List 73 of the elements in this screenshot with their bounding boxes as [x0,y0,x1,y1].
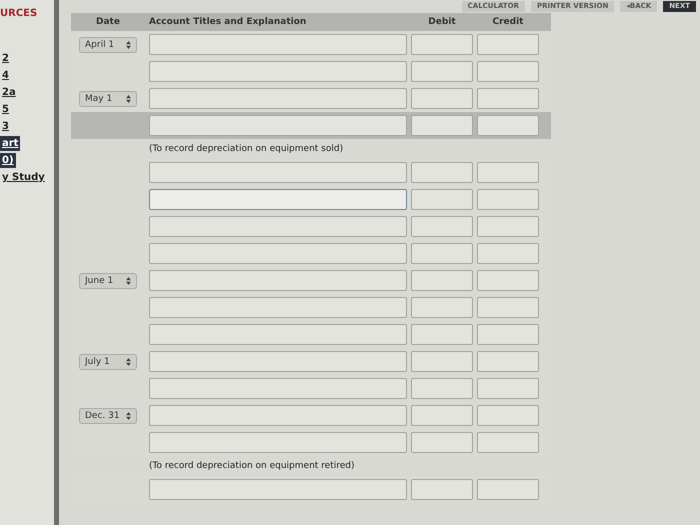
account-input-field[interactable] [149,479,407,500]
debit-input-field[interactable] [411,88,473,109]
account-input-field[interactable] [149,61,407,82]
sidebar-link[interactable]: y Study [0,170,47,185]
credit-input-field[interactable] [477,432,539,453]
account-input-field[interactable] [149,34,407,55]
debit-input-field[interactable] [411,243,473,264]
credit-input-field[interactable] [477,351,539,372]
credit-input-field[interactable] [477,479,539,500]
credit-input-field[interactable] [477,243,539,264]
debit-input-field[interactable] [411,479,473,500]
debit-input-field[interactable] [411,324,473,345]
account-input-field[interactable] [149,297,407,318]
account-input-field[interactable] [149,88,407,109]
debit-input-field[interactable] [411,115,473,136]
account-input-field[interactable] [149,351,407,372]
date-select[interactable]: July 1 [79,354,137,370]
credit-input-field[interactable] [477,88,539,109]
debit-input-field[interactable] [411,432,473,453]
credit-input-field[interactable] [477,189,539,210]
credit-input-field[interactable] [477,162,539,183]
debit-input-field[interactable] [411,216,473,237]
credit-input-field[interactable] [477,34,539,55]
sidebar-heading: URCES [0,8,38,19]
credit-input-field[interactable] [477,297,539,318]
debit-input-field[interactable] [411,297,473,318]
sidebar-link[interactable]: 0) [0,153,16,168]
updown-arrows-icon [126,40,131,48]
column-header: Debit [427,17,457,27]
account-input-field[interactable] [149,270,407,291]
debit-input-field[interactable] [411,405,473,426]
explanation-text: (To record depreciation on equipment sold) [149,144,344,154]
date-select[interactable]: May 1 [79,90,137,106]
account-input-field[interactable] [149,378,407,399]
updown-arrows-icon [126,358,131,366]
debit-input-field[interactable] [411,378,473,399]
date-select[interactable]: Dec. 31 [79,408,137,424]
sidebar-link[interactable]: art [0,136,20,151]
updown-arrows-icon [126,412,131,420]
account-input-field[interactable] [149,216,407,237]
credit-input-field[interactable] [477,378,539,399]
column-header: Date [95,17,121,27]
credit-input-field[interactable] [477,216,539,237]
sidebar-link[interactable]: 2a [0,85,18,100]
debit-input-field[interactable] [411,270,473,291]
account-input-field[interactable] [149,405,407,426]
explanation-text: (To record depreciation on equipment retired) [149,461,354,471]
column-header: Credit [492,17,524,27]
debit-input-field[interactable] [411,34,473,55]
credit-input-field[interactable] [477,324,539,345]
account-input-field[interactable] [149,162,407,183]
debit-input-field[interactable] [411,189,473,210]
column-header: Account Titles and Explanation [149,17,308,27]
account-input-field[interactable] [149,189,407,210]
debit-input-field[interactable] [411,351,473,372]
date-select[interactable]: June 1 [79,272,137,288]
date-select[interactable]: April 1 [79,36,137,52]
credit-input-field[interactable] [477,405,539,426]
sidebar-link[interactable]: 5 [0,102,11,117]
account-input-field[interactable] [149,324,407,345]
updown-arrows-icon [126,276,131,284]
sidebar-link[interactable]: 2 [0,51,11,66]
credit-input-field[interactable] [477,270,539,291]
account-input-field[interactable] [149,115,407,136]
sidebar-link[interactable]: 3 [0,119,11,134]
credit-input-field[interactable] [477,61,539,82]
credit-input-field[interactable] [477,115,539,136]
debit-input-field[interactable] [411,61,473,82]
debit-input-field[interactable] [411,162,473,183]
updown-arrows-icon [126,94,131,102]
sidebar-link[interactable]: 4 [0,68,11,83]
account-input-field[interactable] [149,243,407,264]
account-input-field[interactable] [149,432,407,453]
